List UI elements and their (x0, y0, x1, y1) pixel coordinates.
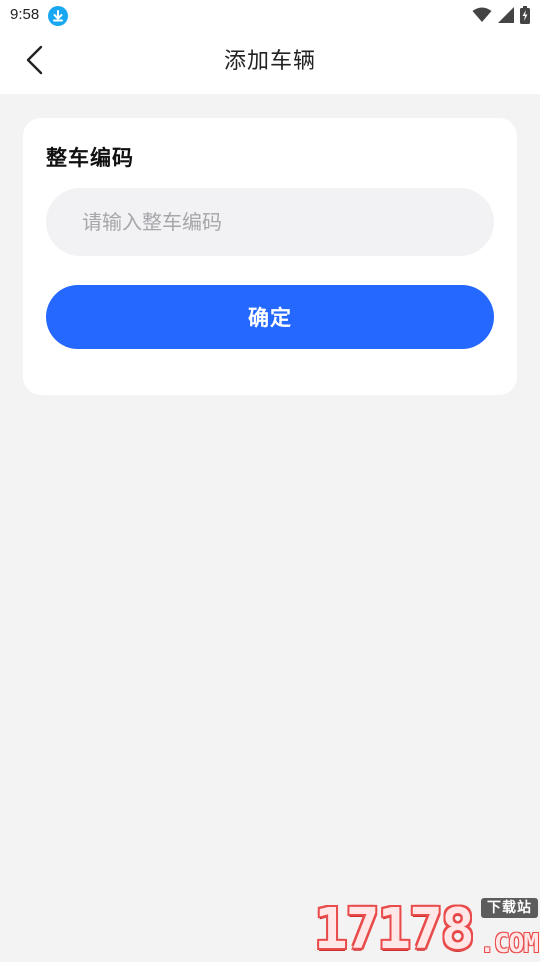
watermark-domain: .COM (479, 929, 539, 959)
watermark-digits: 17178 (314, 897, 475, 962)
wifi-icon (472, 7, 492, 23)
download-icon (48, 6, 68, 26)
status-bar: 9:58 (0, 0, 540, 30)
status-icons (472, 5, 530, 25)
confirm-button[interactable]: 确定 (46, 285, 494, 349)
status-time: 9:58 (10, 6, 40, 23)
site-watermark: 17178 下载站 .COM (314, 896, 540, 960)
watermark-badge: 下载站 (481, 898, 538, 918)
signal-icon (498, 7, 514, 23)
vehicle-form-card: 整车编码 确定 (23, 118, 517, 395)
vehicle-code-label: 整车编码 (46, 146, 134, 170)
vehicle-code-input[interactable] (46, 188, 494, 256)
battery-charging-icon (520, 6, 530, 24)
app-header: 添加车辆 (0, 30, 540, 94)
page-title: 添加车辆 (223, 49, 316, 74)
chevron-left-icon (23, 45, 45, 79)
back-button[interactable] (14, 42, 54, 82)
